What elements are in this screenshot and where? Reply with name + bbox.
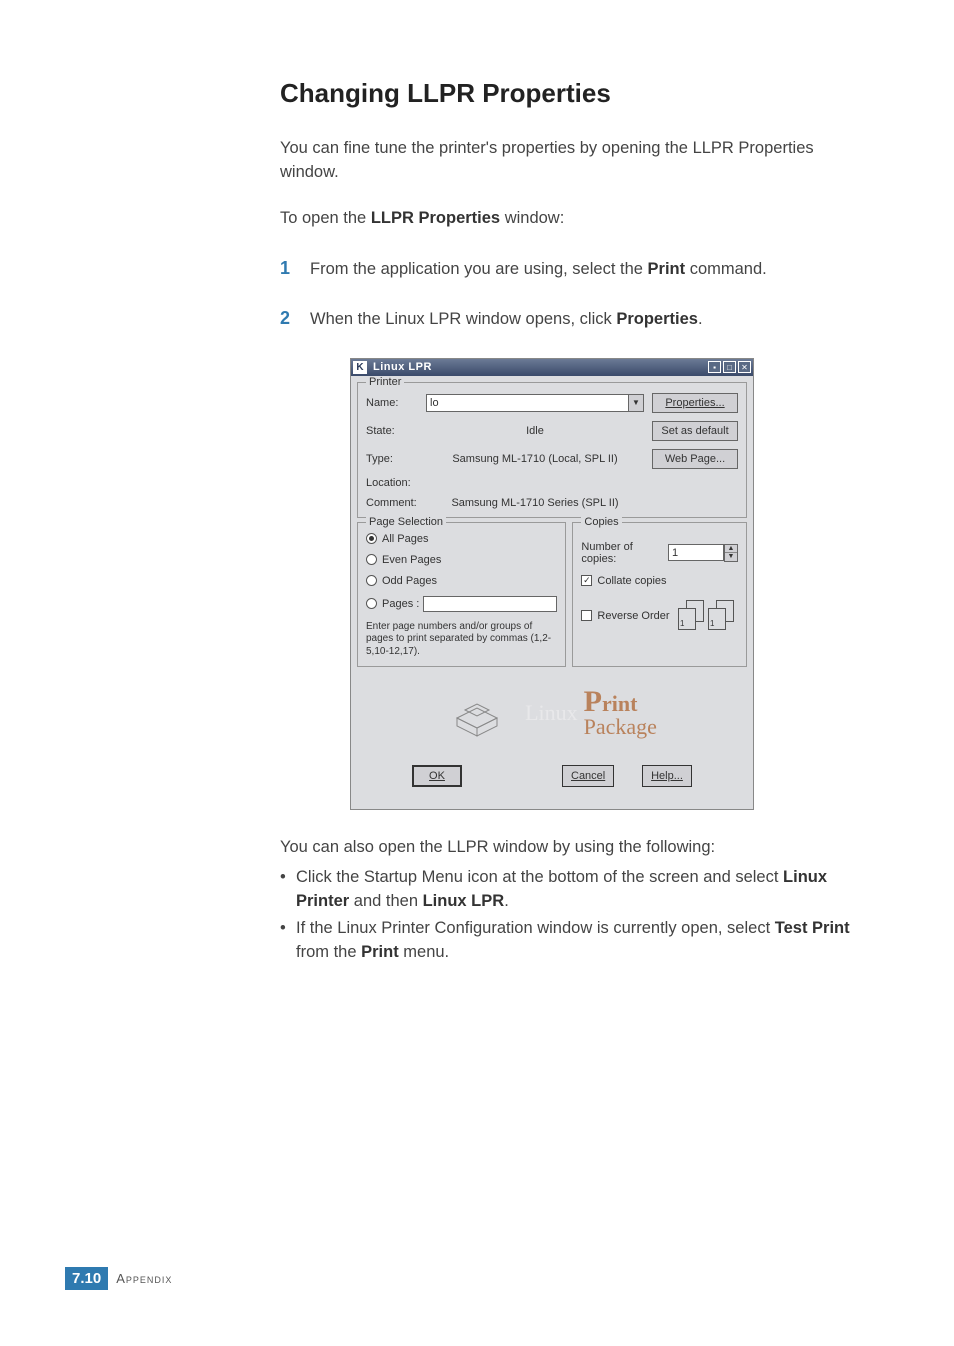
radio-icon bbox=[366, 533, 377, 544]
set-default-button[interactable]: Set as default bbox=[652, 421, 738, 441]
radio-icon bbox=[366, 598, 377, 609]
bullet-2: If the Linux Printer Configuration windo… bbox=[280, 917, 864, 965]
titlebar: K Linux LPR ▪ □ ✕ bbox=[351, 359, 753, 376]
checkbox-icon: ✓ bbox=[581, 575, 592, 586]
state-value: Idle bbox=[426, 425, 644, 437]
cancel-button[interactable]: Cancel bbox=[562, 765, 614, 787]
spin-up-icon[interactable]: ▲ bbox=[725, 545, 737, 553]
type-value: Samsung ML-1710 (Local, SPL II) bbox=[426, 453, 644, 465]
app-icon: K bbox=[353, 361, 367, 374]
comment-label: Comment: bbox=[366, 497, 426, 509]
printer-legend: Printer bbox=[366, 376, 404, 388]
intro-paragraph: You can fine tune the printer's properti… bbox=[280, 137, 864, 185]
lpr-window-screenshot: K Linux LPR ▪ □ ✕ Printer Name: lo ▼ Pro… bbox=[350, 358, 754, 810]
printer-icon bbox=[447, 688, 507, 738]
page-selection-legend: Page Selection bbox=[366, 516, 446, 528]
spin-down-icon[interactable]: ▼ bbox=[725, 553, 737, 561]
printer-group: Printer Name: lo ▼ Properties... State: … bbox=[357, 382, 747, 518]
pages-input[interactable] bbox=[423, 596, 557, 612]
pages-hint: Enter page numbers and/or groups of page… bbox=[366, 621, 557, 659]
type-label: Type: bbox=[366, 453, 426, 465]
window-title: Linux LPR bbox=[373, 361, 708, 373]
logo-area: Linux Print Package bbox=[351, 667, 753, 759]
close-icon[interactable]: ✕ bbox=[738, 361, 751, 373]
page-selection-group: Page Selection All Pages Even Pages Odd … bbox=[357, 522, 566, 668]
ok-button[interactable]: OK bbox=[412, 765, 462, 787]
state-label: State: bbox=[366, 425, 426, 437]
radio-all-pages[interactable]: All Pages bbox=[366, 533, 557, 545]
properties-button[interactable]: Properties... bbox=[652, 393, 738, 413]
web-page-button[interactable]: Web Page... bbox=[652, 449, 738, 469]
section-heading: Changing LLPR Properties bbox=[280, 78, 864, 109]
checkbox-reverse[interactable]: Reverse Order 21 21 bbox=[581, 596, 738, 636]
comment-value: Samsung ML-1710 Series (SPL II) bbox=[426, 497, 644, 509]
radio-odd-pages[interactable]: Odd Pages bbox=[366, 575, 557, 587]
copies-legend: Copies bbox=[581, 516, 621, 528]
collate-icon: 21 21 bbox=[678, 596, 738, 636]
page-footer: 7.10 Appendix bbox=[65, 1267, 172, 1290]
checkbox-collate[interactable]: ✓Collate copies bbox=[581, 575, 738, 587]
help-button[interactable]: Help... bbox=[642, 765, 692, 787]
radio-icon bbox=[366, 575, 377, 586]
radio-pages[interactable]: Pages : bbox=[366, 596, 557, 612]
logo-linux: Linux bbox=[525, 700, 578, 726]
name-label: Name: bbox=[366, 397, 426, 409]
step-number: 2 bbox=[280, 308, 310, 329]
radio-icon bbox=[366, 554, 377, 565]
radio-even-pages[interactable]: Even Pages bbox=[366, 554, 557, 566]
bullet-1: Click the Startup Menu icon at the botto… bbox=[280, 866, 864, 914]
num-copies-spinner[interactable]: 1 ▲▼ bbox=[668, 544, 738, 562]
footer-section: Appendix bbox=[116, 1271, 172, 1286]
step-number: 1 bbox=[280, 258, 310, 279]
num-copies-label: Number of copies: bbox=[581, 541, 668, 565]
copies-group: Copies Number of copies: 1 ▲▼ ✓Collate c… bbox=[572, 522, 747, 668]
chevron-down-icon[interactable]: ▼ bbox=[628, 395, 643, 411]
intro-line: To open the LLPR Properties window: bbox=[280, 209, 864, 228]
after-text: You can also open the LLPR window by usi… bbox=[280, 836, 864, 860]
checkbox-icon bbox=[581, 610, 592, 621]
maximize-icon[interactable]: □ bbox=[723, 361, 736, 373]
step-1: 1 From the application you are using, se… bbox=[280, 258, 864, 282]
printer-name-select[interactable]: lo ▼ bbox=[426, 394, 644, 412]
location-label: Location: bbox=[366, 477, 426, 489]
minimize-icon[interactable]: ▪ bbox=[708, 361, 721, 373]
step-2: 2 When the Linux LPR window opens, click… bbox=[280, 308, 864, 332]
num-copies-input[interactable]: 1 bbox=[668, 544, 724, 561]
